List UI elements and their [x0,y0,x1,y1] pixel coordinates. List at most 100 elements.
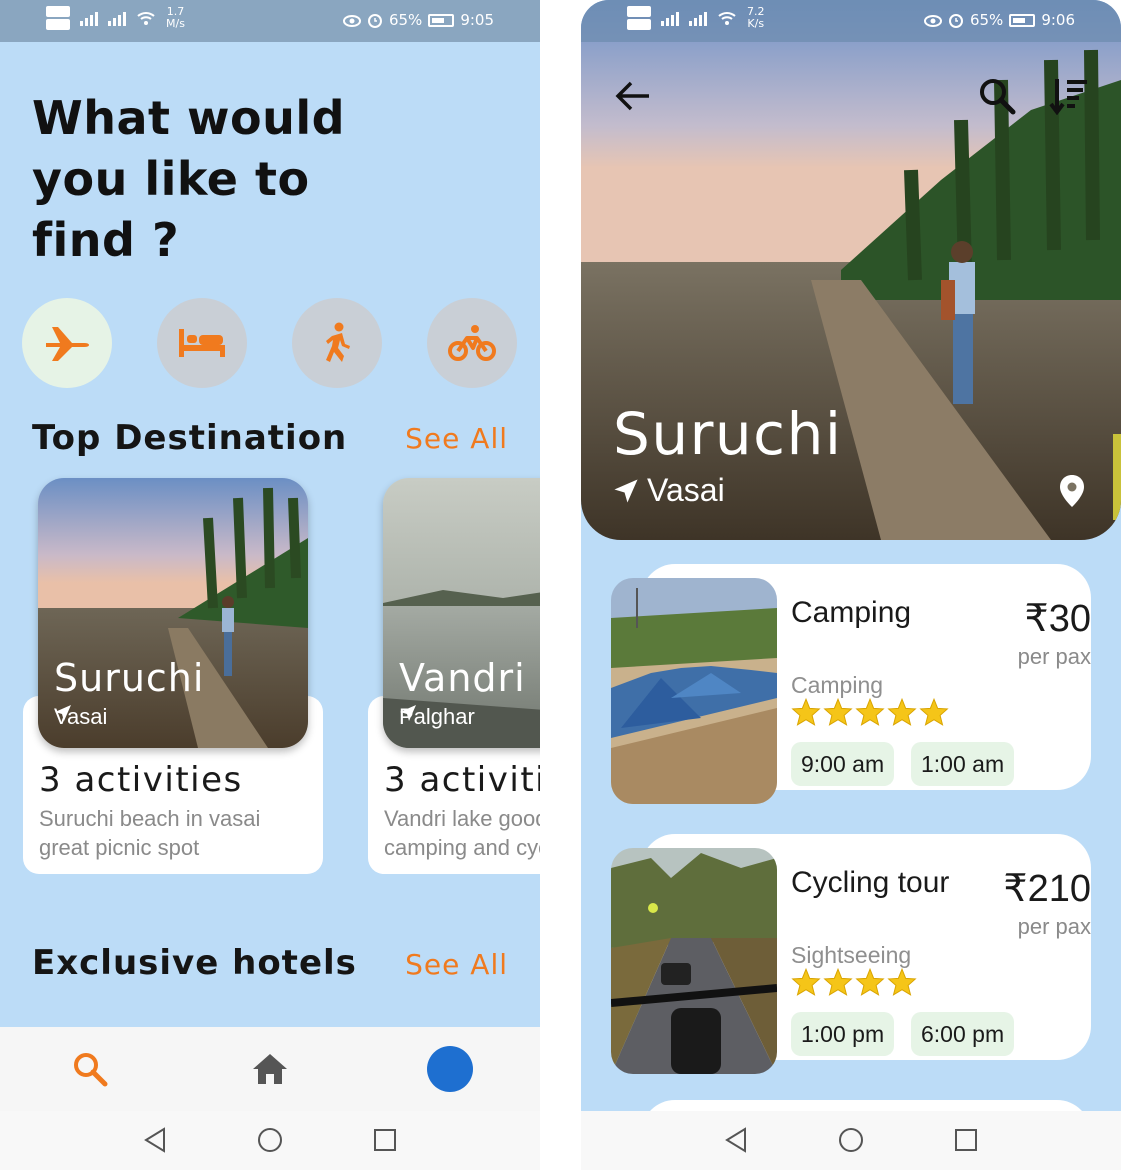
destination-photo: Vandri Palghar [383,478,540,748]
system-recents-button[interactable] [370,1125,400,1155]
airplane-icon [46,327,89,361]
scroll-indicator [1113,434,1121,520]
activity-price-unit: per pax [1017,914,1091,939]
star-icon [791,698,821,726]
destination-name: Vandri [399,656,526,700]
destination-location: Vasai [54,704,108,729]
destination-description: Vandri lake good for camping and cycling [384,806,540,860]
status-bar: 1.7 M/s 65% 9:05 [0,0,540,42]
destination-card-vandri[interactable]: Vandri Palghar 3 activities Vandri lake … [368,478,540,874]
activity-photo [611,848,777,1074]
volte-icon [627,6,651,30]
clock: 9:06 [1041,11,1075,29]
nav-profile-button[interactable] [426,1045,474,1093]
category-cycling-button[interactable] [427,298,517,388]
home-circle-icon [839,1128,863,1152]
destination-detail-screen: 7.2 K/s 65% 9:06 Suruchi Vasai Camping ₹… [581,0,1121,1170]
nav-home-button[interactable] [246,1045,294,1093]
system-home-button[interactable] [255,1125,285,1155]
system-navigation-bar [581,1111,1121,1170]
navigation-arrow-icon [400,705,416,721]
star-icon [791,968,821,996]
bottom-navigation [0,1027,540,1111]
wifi-icon [718,12,736,25]
battery-icon [1009,13,1036,27]
system-back-button[interactable] [140,1125,170,1155]
destination-photo: Suruchi Vasai [38,478,308,748]
arrow-left-icon [615,81,649,111]
volte-icon [46,6,70,30]
alarm-icon [367,14,382,28]
star-icon [887,968,917,996]
back-button[interactable] [611,74,655,118]
activity-price: ₹30 [1024,598,1091,640]
destination-activity-count: 3 activities [384,760,540,800]
wifi-icon [137,12,155,25]
activity-category: Sightseeing [791,942,912,968]
network-speed: 1.7 M/s [166,5,185,30]
navigation-arrow-icon [55,705,71,721]
nav-search-button[interactable] [66,1045,114,1093]
signal-icon [689,10,707,26]
activity-start-time: 1:00 pm [791,1012,895,1056]
status-bar: 7.2 K/s 65% 9:06 [581,0,1121,42]
activity-end-time: 1:00 am [911,742,1015,786]
eye-icon [342,15,361,27]
activity-rating [791,968,917,996]
back-triangle-icon [144,1127,165,1153]
category-hotels-button[interactable] [157,298,247,388]
destination-title: Suruchi [613,400,843,468]
back-triangle-icon [725,1127,746,1153]
clock: 9:05 [460,11,494,29]
search-icon [74,1053,108,1087]
star-icon [887,698,917,726]
activity-rating [791,698,949,726]
battery-icon [428,13,455,27]
map-pin-button[interactable] [1059,474,1085,513]
signal-icon [80,10,98,26]
exclusive-hotels-see-all-link[interactable]: See All [405,948,508,981]
battery-percent: 65% [969,11,1004,29]
activity-start-time: 9:00 am [791,742,895,786]
recents-square-icon [374,1129,396,1151]
activity-end-time: 6:00 pm [911,1012,1015,1056]
category-flights-button[interactable] [22,298,112,388]
signal-icon [108,10,126,26]
system-recents-button[interactable] [951,1125,981,1155]
system-back-button[interactable] [721,1125,751,1155]
star-icon [919,698,949,726]
star-icon [855,698,885,726]
signal-icon [661,10,679,26]
activity-price: ₹210 [1003,868,1091,910]
category-activities-button[interactable] [292,298,382,388]
home-icon [253,1054,287,1084]
home-circle-icon [258,1128,282,1152]
navigation-arrow-icon [614,478,638,503]
destination-card-suruchi[interactable]: Suruchi Vasai 3 activities Suruchi beach… [23,478,323,874]
activity-price-unit: per pax [1017,644,1091,669]
sort-button[interactable] [1047,74,1091,118]
page-headline: What would you like to find ? [32,91,346,267]
profile-icon [427,1046,473,1092]
search-button[interactable] [975,74,1019,118]
star-icon [855,968,885,996]
search-icon [980,79,1016,115]
top-destination-see-all-link[interactable]: See All [405,422,508,455]
home-screen: 1.7 M/s 65% 9:05 What would you like to f… [0,0,540,1170]
alarm-icon [948,14,963,28]
bicycle-icon [448,325,496,361]
exclusive-hotels-title: Exclusive hotels [32,943,357,983]
destination-location: Vasai [613,472,725,509]
system-navigation-bar [0,1111,540,1170]
star-icon [823,698,853,726]
system-home-button[interactable] [836,1125,866,1155]
destination-name: Suruchi [54,656,205,700]
recents-square-icon [955,1129,977,1151]
sort-icon [1049,79,1087,115]
star-icon [823,968,853,996]
destination-description: Suruchi beach in vasai great picnic spot [39,806,261,860]
eye-icon [923,15,942,27]
destination-hero: 7.2 K/s 65% 9:06 Suruchi Vasai [581,0,1121,540]
activity-title: Camping [791,596,912,629]
destination-location: Palghar [399,704,475,729]
